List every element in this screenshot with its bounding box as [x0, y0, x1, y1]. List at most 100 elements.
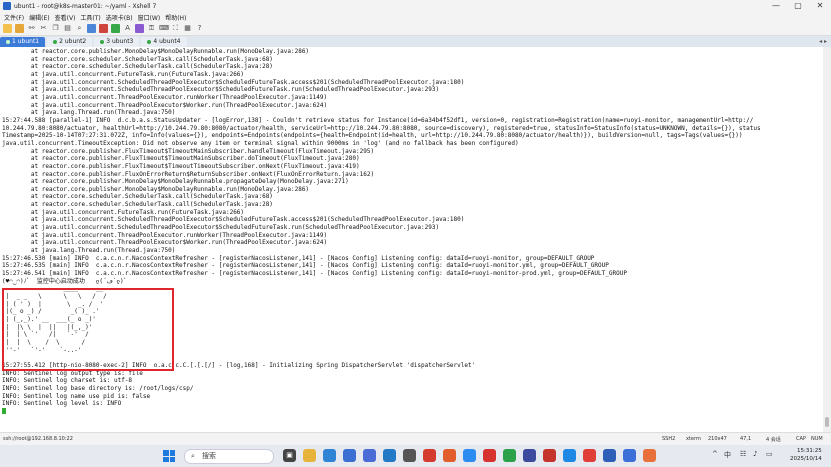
- terminal-line: INFO: Sentinel log name use pid is: fals…: [2, 392, 151, 400]
- app-icon[interactable]: [483, 449, 496, 462]
- app-icon[interactable]: [523, 449, 536, 462]
- tab-ubunt3[interactable]: 3 ubunt3: [94, 37, 140, 47]
- xshell-taskbar-icon[interactable]: [423, 449, 436, 462]
- globe-icon[interactable]: [87, 24, 96, 33]
- terminal-line: at java.util.concurrent.FutureTask.run(F…: [30, 70, 245, 78]
- connected-dot-icon: [100, 39, 105, 44]
- close-button[interactable]: ✕: [809, 0, 831, 12]
- terminal-line: at java.lang.Thread.run(Thread.java:750): [30, 247, 176, 255]
- connection-address: ssh://root@192.168.8.10:22: [3, 436, 73, 442]
- terminal-app-icon[interactable]: [403, 449, 416, 462]
- layout-icon[interactable]: ▦: [183, 24, 192, 33]
- app-icon[interactable]: [543, 449, 556, 462]
- disconnect-icon[interactable]: ✂: [39, 24, 48, 33]
- new-session-icon[interactable]: [3, 24, 12, 33]
- input-language[interactable]: 中: [724, 450, 731, 460]
- task-view-icon[interactable]: ▣: [283, 449, 296, 462]
- terminal-size: 210x47: [708, 436, 727, 442]
- edge-browser-icon[interactable]: [323, 449, 336, 462]
- network-icon[interactable]: ☷: [740, 450, 746, 458]
- taskbar-clock[interactable]: 15:31:25 2025/10/14: [790, 447, 822, 463]
- menu-window[interactable]: 窗口(W): [138, 13, 161, 22]
- terminal-line: at java.util.concurrent.ScheduledThreadP…: [30, 86, 440, 94]
- app-icon[interactable]: [363, 449, 376, 462]
- find-icon[interactable]: ⌕: [75, 24, 84, 33]
- menu-edit[interactable]: 编辑(E): [29, 13, 49, 22]
- terminal-line: 15:27:46.541 [main] INFO c.a.c.n.r.Nacos…: [2, 270, 627, 278]
- script-icon[interactable]: [135, 24, 144, 33]
- app-icon[interactable]: [623, 449, 636, 462]
- maximize-button[interactable]: ▢: [787, 0, 809, 12]
- store-icon[interactable]: [343, 449, 356, 462]
- open-folder-icon[interactable]: [15, 24, 24, 33]
- clock-time: 15:31:25: [797, 448, 822, 454]
- help-icon[interactable]: ?: [195, 24, 204, 33]
- search-icon: ⌕: [191, 452, 195, 460]
- terminal-type: xterm: [686, 436, 701, 442]
- paste-icon[interactable]: ▤: [63, 24, 72, 33]
- tab-ubunt1[interactable]: 1 ubunt1: [0, 37, 46, 47]
- search-placeholder: 搜索: [202, 452, 216, 460]
- menu-view[interactable]: 查看(V): [55, 13, 76, 22]
- toolbar: ⚯ ✂ ❐ ▤ ⌕ A ⚿ ⌨ ⛶ ▦ ?: [0, 22, 831, 36]
- tray-chevron-icon[interactable]: ^: [712, 450, 718, 458]
- terminal-line: INFO: Sentinel log charset is: utf-8: [2, 377, 133, 385]
- terminal-line: at java.util.concurrent.FutureTask.run(F…: [30, 208, 245, 216]
- link-icon[interactable]: ⚯: [27, 24, 36, 33]
- terminal-line: 10.244.79.80:8080/actuator, healthUrl=ht…: [2, 124, 761, 132]
- battery-icon[interactable]: ▭: [766, 450, 773, 458]
- app-icon[interactable]: [583, 449, 596, 462]
- connected-dot-icon: [6, 39, 10, 44]
- word-icon[interactable]: [603, 449, 616, 462]
- menu-tab[interactable]: 选项卡(B): [106, 13, 133, 22]
- terminal-line: at reactor.core.scheduler.SchedulerTask.…: [30, 201, 273, 209]
- app-icon[interactable]: [563, 449, 576, 462]
- status-bar: ssh://root@192.168.8.10:22 SSH2 xterm 21…: [0, 432, 831, 445]
- copy-icon[interactable]: ❐: [51, 24, 60, 33]
- terminal-line: at reactor.core.publisher.MonoDelay$Mono…: [30, 48, 310, 55]
- terminal-line: 15:27:46.530 [main] INFO c.a.c.n.r.Nacos…: [2, 254, 595, 262]
- tab-label: 4 ubunt4: [153, 38, 181, 45]
- menu-bar: 文件(F) 编辑(E) 查看(V) 工具(T) 选项卡(B) 窗口(W) 帮助(…: [0, 12, 831, 22]
- app-icon[interactable]: [463, 449, 476, 462]
- xftp-icon[interactable]: [99, 24, 108, 33]
- app-icon[interactable]: [443, 449, 456, 462]
- vscode-icon[interactable]: [383, 449, 396, 462]
- lock-icon[interactable]: ⚿: [147, 24, 156, 33]
- file-explorer-icon[interactable]: [303, 449, 316, 462]
- connected-dot-icon: [147, 39, 152, 44]
- windows-start-icon[interactable]: [163, 450, 175, 462]
- minimize-button[interactable]: —: [765, 0, 787, 12]
- menu-help[interactable]: 帮助(H): [165, 13, 186, 22]
- title-bar: ubunt1 - root@k8s-master01: ~/yaml - Xsh…: [0, 0, 831, 12]
- menu-tools[interactable]: 工具(T): [80, 13, 100, 22]
- window-controls: — ▢ ✕: [765, 0, 831, 12]
- terminal-line: at reactor.core.scheduler.SchedulerTask.…: [30, 55, 273, 63]
- terminal-line: at java.lang.Thread.run(Thread.java:750): [30, 109, 176, 117]
- menu-file[interactable]: 文件(F): [4, 13, 24, 22]
- wechat-icon[interactable]: [503, 449, 516, 462]
- volume-icon[interactable]: ♪: [753, 450, 757, 458]
- keyboard-icon[interactable]: ⌨: [159, 24, 169, 33]
- app-icon[interactable]: [643, 449, 656, 462]
- protocol-status: SSH2: [662, 436, 676, 442]
- terminal-line: Timestamp=2025-10-14T07:27:31.072Z, info…: [2, 132, 743, 140]
- terminal-line: at reactor.core.scheduler.SchedulerTask.…: [30, 193, 273, 201]
- terminal-output[interactable]: at reactor.core.publisher.MonoDelay$Mono…: [0, 47, 823, 432]
- taskbar-search[interactable]: ⌕ 搜索: [184, 449, 274, 464]
- fullscreen-icon[interactable]: ⛶: [171, 24, 180, 33]
- clock-date: 2025/10/14: [790, 456, 822, 462]
- font-icon[interactable]: A: [123, 24, 132, 33]
- terminal-line: (♥◠‿◠)ﾉﾞ 监控中心启动成功 ლ(´ڡ`ლ)ﾞ: [2, 277, 127, 285]
- terminal-line: at java.util.concurrent.ThreadPoolExecut…: [30, 239, 328, 247]
- scrollbar-thumb[interactable]: [825, 417, 829, 427]
- terminal-line: at java.util.concurrent.ThreadPoolExecut…: [30, 101, 328, 109]
- tab-ubunt2[interactable]: 2 ubunt2: [47, 37, 93, 47]
- tab-label: 2 ubunt2: [59, 38, 87, 45]
- tab-scroll-icon[interactable]: ◂ ▸: [819, 37, 827, 47]
- tab-ubunt4[interactable]: 4 ubunt4: [141, 37, 187, 47]
- terminal-line: java.util.concurrent.TimeoutException: D…: [2, 139, 519, 147]
- terminal-scrollbar[interactable]: [823, 47, 831, 432]
- terminal-line: INFO: Sentinel log base directory is: /r…: [2, 384, 194, 392]
- tunnel-icon[interactable]: [111, 24, 120, 33]
